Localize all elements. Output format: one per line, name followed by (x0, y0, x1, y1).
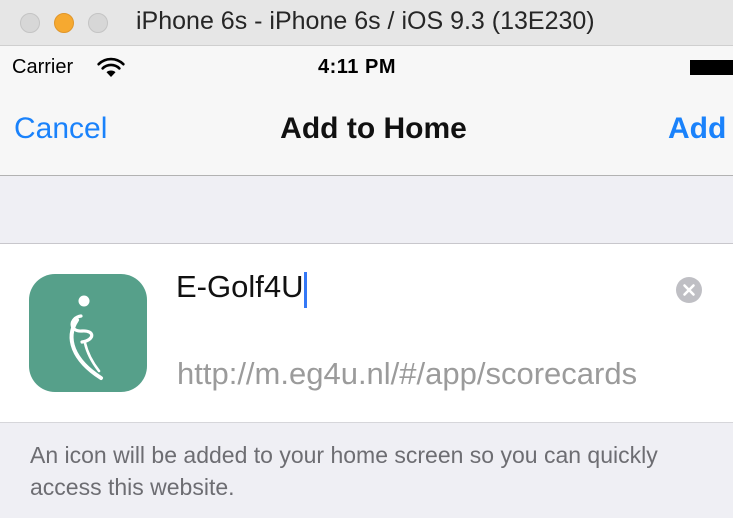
carrier-label: Carrier (12, 56, 74, 78)
window-close-button[interactable] (20, 13, 40, 33)
navigation-bar: Cancel Add to Home Add (0, 90, 733, 176)
simulator-window: iPhone 6s - iPhone 6s / iOS 9.3 (13E230)… (0, 0, 733, 518)
add-button[interactable]: Add (668, 112, 726, 146)
battery-icon (690, 60, 733, 75)
section-spacer (0, 176, 733, 244)
golfer-figure-icon (69, 295, 103, 380)
footer-note: An icon will be added to your home scree… (30, 442, 658, 500)
status-time: 4:11 PM (318, 56, 396, 78)
clear-text-button[interactable] (676, 277, 702, 303)
bookmark-url: http://m.eg4u.nl/#/app/scorecards (177, 356, 638, 391)
page-title: Add to Home (0, 112, 733, 146)
app-icon (29, 274, 147, 392)
text-caret (304, 271, 308, 308)
window-title-bar: iPhone 6s - iPhone 6s / iOS 9.3 (13E230) (0, 0, 733, 46)
window-minimize-button[interactable] (54, 13, 74, 33)
page-title-text: Add to Home (280, 112, 467, 145)
wifi-icon (97, 57, 125, 77)
bookmark-row: E-Golf4U http://m.eg4u.nl/#/app/scorecar… (0, 244, 733, 422)
window-zoom-button[interactable] (88, 13, 108, 33)
window-title: iPhone 6s - iPhone 6s / iOS 9.3 (13E230) (136, 7, 595, 35)
status-bar: Carrier 4:11 PM (0, 46, 733, 90)
footer-note-section: An icon will be added to your home scree… (0, 422, 733, 518)
bookmark-name-input[interactable]: E-Golf4U (176, 262, 666, 312)
clear-icon (683, 284, 695, 296)
bookmark-name-value: E-Golf4U (176, 269, 304, 304)
